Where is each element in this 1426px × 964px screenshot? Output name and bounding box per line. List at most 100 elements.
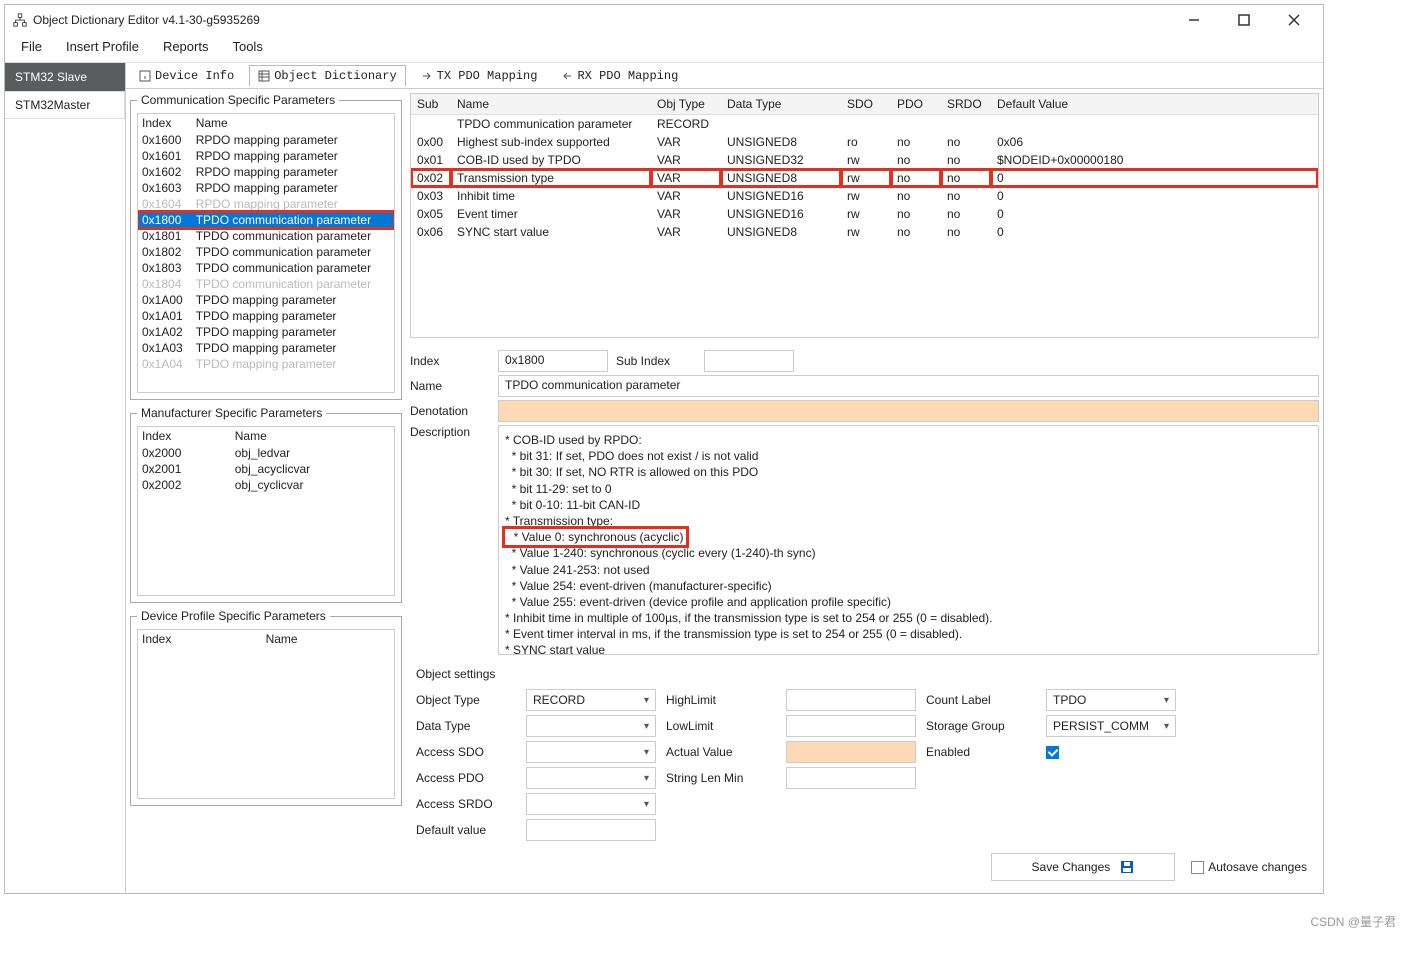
select-access-pdo[interactable]: ▾: [526, 767, 656, 789]
chevron-down-icon: ▾: [644, 721, 649, 732]
tab-label: RX PDO Mapping: [577, 69, 678, 83]
label-access-sdo: Access SDO: [416, 745, 516, 759]
select-object-type[interactable]: RECORD▾: [526, 689, 656, 711]
list-item[interactable]: 0x1804TPDO communication parameter: [138, 276, 394, 292]
subindex-table[interactable]: Sub Name Obj Type Data Type SDO PDO SRDO…: [411, 94, 1318, 241]
menu-reports[interactable]: Reports: [163, 39, 209, 54]
col-name: Name: [192, 114, 394, 132]
select-count-label[interactable]: TPDO▾: [1046, 689, 1176, 711]
col-sdo: SDO: [841, 94, 891, 115]
label-count: Count Label: [926, 693, 1036, 707]
label-strlen: String Len Min: [666, 771, 776, 785]
app-window: Object Dictionary Editor v4.1-30-g593526…: [4, 4, 1324, 894]
label-highlimit: HighLimit: [666, 693, 776, 707]
save-changes-button[interactable]: Save Changes: [991, 853, 1176, 881]
chevron-down-icon: ▾: [1164, 695, 1169, 706]
arrow-right-icon: [421, 70, 433, 82]
field-lowlimit[interactable]: [786, 715, 916, 737]
select-data-type[interactable]: ▾: [526, 715, 656, 737]
table-row[interactable]: 0x00Highest sub-index supportedVARUNSIGN…: [411, 133, 1318, 151]
label-subindex: Sub Index: [616, 354, 696, 368]
list-item[interactable]: 0x1601RPDO mapping parameter: [138, 148, 394, 164]
device-list: STM32 SlaveSTM32Master: [5, 63, 125, 893]
watermark: CSDN @量子君: [1310, 913, 1396, 930]
col-index: Index: [138, 427, 231, 445]
list-item[interactable]: 0x1800TPDO communication parameter: [138, 212, 394, 228]
field-description[interactable]: * COB-ID used by RPDO: * bit 31: If set,…: [498, 425, 1319, 655]
group-title: Communication Specific Parameters: [137, 93, 339, 107]
menu-insert-profile[interactable]: Insert Profile: [66, 39, 139, 54]
list-item[interactable]: 0x1A04TPDO mapping parameter: [138, 356, 394, 372]
settings-title: Object settings: [410, 663, 1319, 685]
group-manufacturer-params: Manufacturer Specific Parameters IndexNa…: [130, 406, 402, 603]
field-strlen[interactable]: [786, 767, 916, 789]
label-lowlimit: LowLimit: [666, 719, 776, 733]
list-item[interactable]: 0x1A00TPDO mapping parameter: [138, 292, 394, 308]
group-communication-params: Communication Specific Parameters IndexN…: [130, 93, 402, 400]
list-item[interactable]: 0x2001obj_acyclicvar: [138, 461, 394, 477]
autosave-checkbox[interactable]: Autosave changes: [1191, 860, 1307, 874]
label-access-pdo: Access PDO: [416, 771, 516, 785]
info-icon: [139, 70, 151, 82]
table-row[interactable]: TPDO communication parameterRECORD: [411, 115, 1318, 134]
list-item[interactable]: 0x2000obj_ledvar: [138, 445, 394, 461]
list-item[interactable]: 0x1604RPDO mapping parameter: [138, 196, 394, 212]
label-denotation: Denotation: [410, 404, 490, 418]
select-access-srdo[interactable]: ▾: [526, 793, 656, 815]
device-item[interactable]: STM32 Slave: [5, 63, 125, 91]
table-row[interactable]: 0x01COB-ID used by TPDOVARUNSIGNED32rwno…: [411, 151, 1318, 169]
list-item[interactable]: 0x1803TPDO communication parameter: [138, 260, 394, 276]
table-row[interactable]: 0x02Transmission typeVARUNSIGNED8rwnono0: [411, 169, 1318, 187]
label-index: Index: [410, 354, 490, 368]
mfr-params-table[interactable]: IndexName 0x2000obj_ledvar0x2001obj_acyc…: [138, 427, 394, 493]
field-name[interactable]: TPDO communication parameter: [498, 375, 1319, 397]
save-icon: [1120, 860, 1134, 874]
tab-label: Object Dictionary: [274, 69, 396, 83]
arrow-left-icon: [561, 70, 573, 82]
chevron-down-icon: ▾: [644, 799, 649, 810]
table-row[interactable]: 0x05Event timerVARUNSIGNED16rwnono0: [411, 205, 1318, 223]
field-highlimit[interactable]: [786, 689, 916, 711]
label-object-type: Object Type: [416, 693, 516, 707]
minimize-button[interactable]: [1179, 8, 1209, 32]
comm-params-table[interactable]: IndexName 0x1600RPDO mapping parameter0x…: [138, 114, 394, 372]
label-enabled: Enabled: [926, 745, 1036, 759]
field-actual-value[interactable]: [786, 741, 916, 763]
table-row[interactable]: 0x03Inhibit timeVARUNSIGNED16rwnono0: [411, 187, 1318, 205]
list-item[interactable]: 0x1603RPDO mapping parameter: [138, 180, 394, 196]
tab-device-info[interactable]: Device Info: [130, 65, 243, 87]
device-item[interactable]: STM32Master: [5, 91, 125, 119]
field-default-value[interactable]: [526, 819, 656, 841]
tabs: Device Info Object Dictionary TX PDO Map…: [126, 63, 1323, 89]
list-item[interactable]: 0x1A02TPDO mapping parameter: [138, 324, 394, 340]
chevron-down-icon: ▾: [644, 747, 649, 758]
col-default: Default Value: [991, 94, 1318, 115]
field-denotation[interactable]: [498, 400, 1319, 422]
tab-object-dictionary[interactable]: Object Dictionary: [249, 65, 405, 87]
window-title: Object Dictionary Editor v4.1-30-g593526…: [33, 13, 260, 27]
select-access-sdo[interactable]: ▾: [526, 741, 656, 763]
list-item[interactable]: 0x1801TPDO communication parameter: [138, 228, 394, 244]
menu-tools[interactable]: Tools: [232, 39, 262, 54]
col-index: Index: [138, 114, 192, 132]
label-name: Name: [410, 379, 490, 393]
field-subindex[interactable]: [704, 350, 794, 372]
list-item[interactable]: 0x1A01TPDO mapping parameter: [138, 308, 394, 324]
list-item[interactable]: 0x1602RPDO mapping parameter: [138, 164, 394, 180]
label-access-srdo: Access SRDO: [416, 797, 516, 811]
table-row[interactable]: 0x06SYNC start valueVARUNSIGNED8rwnono0: [411, 223, 1318, 241]
tab-rx-pdo[interactable]: RX PDO Mapping: [552, 65, 687, 87]
menu-file[interactable]: File: [21, 39, 42, 54]
list-item[interactable]: 0x1600RPDO mapping parameter: [138, 132, 394, 148]
list-item[interactable]: 0x1A03TPDO mapping parameter: [138, 340, 394, 356]
select-storage-group[interactable]: PERSIST_COMM▾: [1046, 715, 1176, 737]
maximize-button[interactable]: [1229, 8, 1259, 32]
list-item[interactable]: 0x1802TPDO communication parameter: [138, 244, 394, 260]
label-data-type: Data Type: [416, 719, 516, 733]
checkbox-enabled[interactable]: [1046, 746, 1059, 759]
tab-tx-pdo[interactable]: TX PDO Mapping: [412, 65, 547, 87]
field-index[interactable]: 0x1800: [498, 350, 608, 372]
close-button[interactable]: [1279, 8, 1309, 32]
list-item[interactable]: 0x2002obj_cyclicvar: [138, 477, 394, 493]
dev-params-table[interactable]: IndexName: [138, 630, 394, 648]
